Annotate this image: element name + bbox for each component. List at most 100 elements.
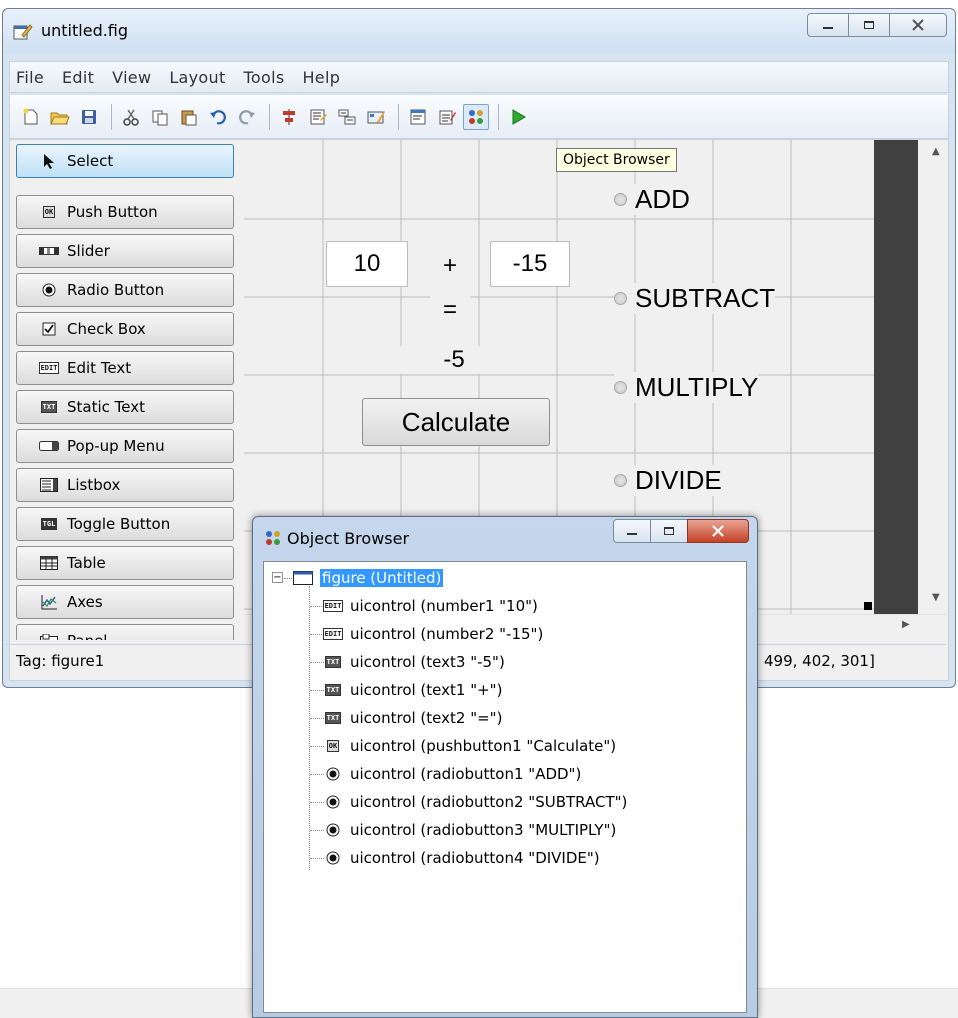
palette-radio-button[interactable]: Radio Button <box>16 273 234 307</box>
title-bar[interactable]: untitled.fig <box>3 9 955 53</box>
tree-item[interactable]: TXT uicontrol (text1 "+") <box>322 679 502 701</box>
close-button[interactable] <box>889 13 947 37</box>
tree-item[interactable]: TXT uicontrol (text2 "=") <box>322 707 502 729</box>
property-inspector-icon[interactable] <box>434 104 460 130</box>
minimize-button[interactable] <box>807 13 849 37</box>
tree-item[interactable]: TXT uicontrol (text3 "-5") <box>322 651 505 673</box>
tree-connector <box>309 586 310 870</box>
paste-icon[interactable] <box>176 104 202 130</box>
scroll-down-icon[interactable]: ▼ <box>932 592 940 603</box>
tree-item[interactable]: EDIT uicontrol (number2 "-15") <box>322 623 543 645</box>
palette-slider[interactable]: Slider <box>16 234 234 268</box>
menu-edit[interactable]: Edit <box>62 68 94 87</box>
static-text-icon: TXT <box>324 712 342 724</box>
radio-button-icon <box>322 767 344 781</box>
close-icon <box>912 19 924 31</box>
tree-item-label: uicontrol (text1 "+") <box>350 681 503 699</box>
object-browser-icon[interactable] <box>463 103 489 130</box>
radio-button-icon <box>322 795 344 809</box>
palette-popup-menu[interactable]: Pop-up Menu <box>16 429 234 463</box>
push-button-icon: OK <box>326 740 340 752</box>
palette-toggle-button[interactable]: TGL Toggle Button <box>16 507 234 541</box>
palette-listbox[interactable]: Listbox <box>16 468 234 502</box>
palette-table[interactable]: Table <box>16 546 234 580</box>
save-icon[interactable] <box>76 104 102 130</box>
editor-icon[interactable] <box>405 104 431 130</box>
toolbar-separator <box>111 103 112 130</box>
menu-file[interactable]: File <box>16 68 44 87</box>
ob-minimize-button[interactable] <box>613 519 651 543</box>
ob-maximize-button[interactable] <box>650 519 688 543</box>
menu-tools[interactable]: Tools <box>244 68 285 87</box>
new-figure-icon[interactable] <box>18 104 44 130</box>
component-palette: Select OK Push Button Slider Radio Butto… <box>16 144 234 640</box>
tree-item-label: uicontrol (text2 "=") <box>350 709 503 727</box>
palette-edit-text[interactable]: EDIT Edit Text <box>16 351 234 385</box>
toolbar-editor-icon[interactable] <box>363 104 389 130</box>
collapse-icon[interactable]: − <box>272 572 283 583</box>
radio-multiply[interactable]: MULTIPLY <box>614 372 759 403</box>
status-position: 499, 402, 301] <box>764 652 875 670</box>
scroll-up-icon[interactable]: ▲ <box>932 146 940 157</box>
window-title: untitled.fig <box>41 21 129 40</box>
align-objects-icon[interactable] <box>276 104 302 130</box>
menu-view[interactable]: View <box>112 68 151 87</box>
maximize-button[interactable] <box>848 13 890 37</box>
tree-item-label: uicontrol (radiobutton2 "SUBTRACT") <box>350 793 628 811</box>
cut-icon[interactable] <box>118 104 144 130</box>
object-browser-title: Object Browser <box>287 529 410 548</box>
static-text-icon: TXT <box>324 684 342 696</box>
radio-label: ADD <box>635 184 690 214</box>
menu-editor-icon[interactable] <box>305 104 331 130</box>
palette-push-button[interactable]: OK Push Button <box>16 195 234 229</box>
palette-axes[interactable]: Axes <box>16 585 234 619</box>
tab-order-editor-icon[interactable] <box>334 104 360 130</box>
tree-item[interactable]: uicontrol (radiobutton3 "MULTIPLY") <box>322 819 616 841</box>
radio-button-icon <box>322 851 344 865</box>
plus-text: + <box>430 252 470 280</box>
tree-item[interactable]: uicontrol (radiobutton2 "SUBTRACT") <box>322 791 627 813</box>
menu-bar: File Edit View Layout Tools Help <box>9 61 949 93</box>
listbox-icon <box>39 478 59 492</box>
tree-item-label: uicontrol (pushbutton1 "Calculate") <box>350 737 617 755</box>
palette-check-box[interactable]: Check Box <box>16 312 234 346</box>
run-figure-icon[interactable] <box>505 104 531 130</box>
radio-label: MULTIPLY <box>635 372 759 402</box>
radio-button-icon <box>39 283 59 297</box>
tree-root[interactable]: figure (Untitled) <box>292 567 444 589</box>
vertical-scrollbar[interactable]: ▲ ▼ <box>928 140 946 614</box>
tree-item[interactable]: OK uicontrol (pushbutton1 "Calculate") <box>322 735 616 757</box>
radio-add[interactable]: ADD <box>614 184 690 215</box>
palette-panel[interactable]: Panel <box>16 624 234 640</box>
calculate-button[interactable]: Calculate <box>362 398 550 446</box>
menu-layout[interactable]: Layout <box>169 68 225 87</box>
static-text-icon: TXT <box>40 401 58 413</box>
ob-close-button[interactable] <box>687 519 749 543</box>
toolbar-separator <box>498 103 499 130</box>
palette-label: Push Button <box>67 203 158 221</box>
palette-static-text[interactable]: TXT Static Text <box>16 390 234 424</box>
copy-icon[interactable] <box>147 104 173 130</box>
open-file-icon[interactable] <box>47 104 73 130</box>
redo-icon[interactable] <box>234 104 260 130</box>
maximize-icon <box>864 21 874 29</box>
tree-item[interactable]: EDIT uicontrol (number1 "10") <box>322 595 538 617</box>
tree-root-label: figure (Untitled) <box>320 569 444 587</box>
menu-help[interactable]: Help <box>302 68 340 87</box>
figure-edge <box>874 140 918 614</box>
number1-edit[interactable]: 10 <box>326 241 408 287</box>
palette-select[interactable]: Select <box>16 144 234 178</box>
radio-divide[interactable]: DIVIDE <box>614 465 722 496</box>
tree-item[interactable]: uicontrol (radiobutton4 "DIVIDE") <box>322 847 600 869</box>
slider-icon <box>39 244 59 258</box>
radio-subtract[interactable]: SUBTRACT <box>614 283 776 314</box>
palette-label: Listbox <box>67 476 121 494</box>
scroll-right-icon[interactable]: ▶ <box>902 619 910 630</box>
check-box-icon <box>39 322 59 336</box>
object-browser-window: Object Browser − figure (Untitled) EDIT … <box>252 516 758 1018</box>
radio-circle-icon <box>614 292 627 305</box>
tree-item[interactable]: uicontrol (radiobutton1 "ADD") <box>322 763 581 785</box>
number2-edit[interactable]: -15 <box>490 241 570 287</box>
undo-icon[interactable] <box>205 104 231 130</box>
resize-handle[interactable] <box>864 602 872 610</box>
